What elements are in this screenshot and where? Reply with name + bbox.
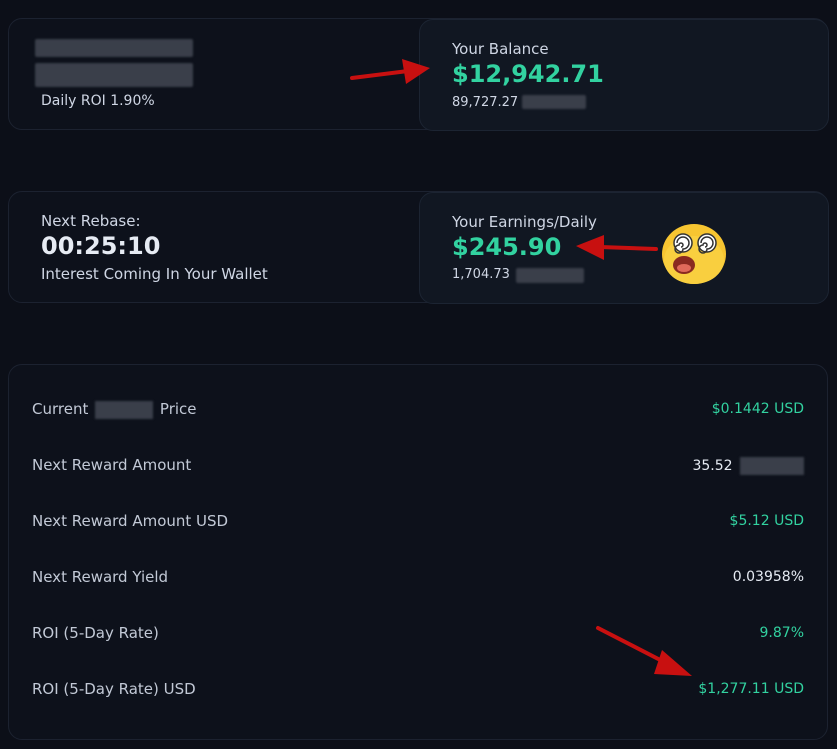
arrow-icon-balance xyxy=(350,59,430,84)
annotation-overlay xyxy=(350,59,726,676)
arrow-icon-roi xyxy=(596,626,692,676)
arrow-icon-earnings xyxy=(576,235,658,260)
dizzy-face-emoji-icon xyxy=(662,224,726,284)
